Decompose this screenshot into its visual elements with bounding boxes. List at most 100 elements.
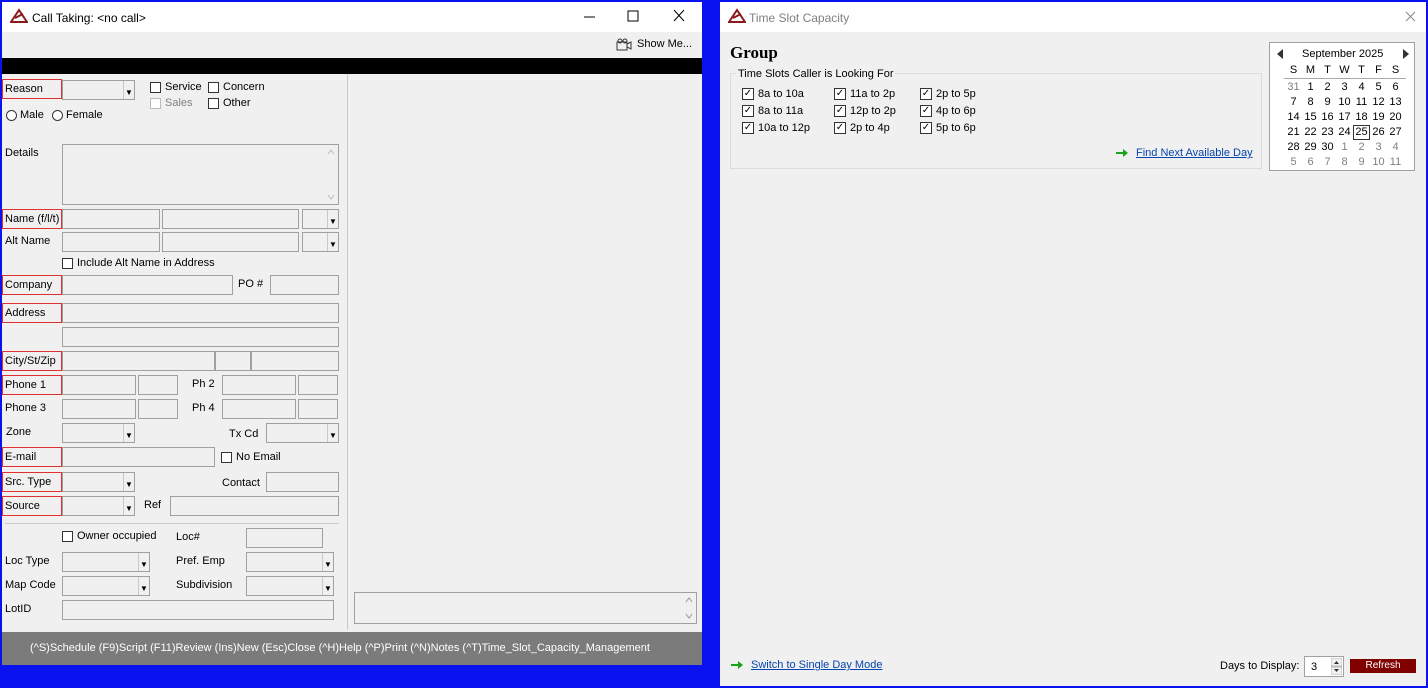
src-type-dropdown[interactable]: ▼	[62, 472, 135, 492]
minimize-button[interactable]	[582, 6, 598, 26]
slot-checkbox[interactable]: ✓	[920, 105, 932, 117]
refresh-button[interactable]: Refresh	[1350, 659, 1416, 673]
phone3-input[interactable]	[62, 399, 136, 419]
service-checkbox[interactable]	[150, 82, 161, 93]
calendar-day[interactable]: 4	[1387, 141, 1404, 153]
calendar-day[interactable]: 29	[1302, 141, 1319, 153]
calendar-month-title[interactable]: September 2025	[1302, 48, 1383, 60]
email-input[interactable]	[62, 447, 215, 467]
alt-first-input[interactable]	[62, 232, 160, 252]
calendar-day[interactable]: 16	[1319, 111, 1336, 123]
slot-checkbox[interactable]: ✓	[834, 105, 846, 117]
calendar-day-today[interactable]: 25	[1353, 125, 1370, 140]
calendar-day[interactable]: 26	[1370, 126, 1387, 138]
phone1-input[interactable]	[62, 375, 136, 395]
calendar-day[interactable]: 22	[1302, 126, 1319, 138]
last-name-input[interactable]	[162, 209, 299, 229]
calendar-day[interactable]: 1	[1336, 141, 1353, 153]
title-dropdown[interactable]: ▼	[302, 209, 339, 229]
slot-checkbox[interactable]: ✓	[834, 88, 846, 100]
slot-checkbox[interactable]: ✓	[742, 122, 754, 134]
calendar-day[interactable]: 7	[1319, 156, 1336, 168]
phone2-input[interactable]	[222, 375, 296, 395]
calendar-day[interactable]: 10	[1336, 96, 1353, 108]
calendar-day[interactable]: 5	[1370, 81, 1387, 93]
concern-checkbox[interactable]	[208, 82, 219, 93]
calendar-day[interactable]: 9	[1353, 156, 1370, 168]
calendar-day[interactable]: 31	[1285, 81, 1302, 93]
loc-type-dropdown[interactable]: ▼	[62, 552, 150, 572]
phone4-input[interactable]	[222, 399, 296, 419]
other-checkbox[interactable]	[208, 98, 219, 109]
prev-month-icon[interactable]	[1276, 49, 1284, 59]
map-code-dropdown[interactable]: ▼	[62, 576, 150, 596]
calendar-day[interactable]: 8	[1302, 96, 1319, 108]
zone-dropdown[interactable]: ▼	[62, 423, 135, 443]
source-dropdown[interactable]: ▼	[62, 496, 135, 516]
month-calendar[interactable]: September 2025 S M T W T F S 31 1 2 3 4 …	[1269, 42, 1415, 171]
calendar-day[interactable]: 13	[1387, 96, 1404, 108]
lotid-input[interactable]	[62, 600, 334, 620]
close-button[interactable]	[672, 6, 688, 26]
txcd-dropdown[interactable]: ▼	[266, 423, 339, 443]
slot-checkbox[interactable]: ✓	[742, 105, 754, 117]
calendar-day[interactable]: 3	[1336, 81, 1353, 93]
address-line2-input[interactable]	[62, 327, 339, 347]
phone1-ext-input[interactable]	[138, 375, 178, 395]
days-to-display-spinner[interactable]: 3	[1304, 656, 1344, 677]
phone3-ext-input[interactable]	[138, 399, 178, 419]
calendar-day[interactable]: 17	[1336, 111, 1353, 123]
owner-occupied-checkbox[interactable]	[62, 531, 73, 542]
male-radio[interactable]	[6, 110, 17, 121]
maximize-button[interactable]	[626, 6, 642, 26]
slot-checkbox[interactable]: ✓	[834, 122, 846, 134]
address-line1-input[interactable]	[62, 303, 339, 323]
first-name-input[interactable]	[62, 209, 160, 229]
find-next-available-link[interactable]: Find Next Available Day	[1136, 147, 1253, 159]
slot-checkbox[interactable]: ✓	[742, 88, 754, 100]
phone2-ext-input[interactable]	[298, 375, 338, 395]
no-email-checkbox[interactable]	[221, 452, 232, 463]
close-button[interactable]	[1404, 9, 1418, 25]
ref-input[interactable]	[170, 496, 339, 516]
spinner-arrows-icon[interactable]	[1331, 658, 1342, 675]
state-input[interactable]	[215, 351, 251, 371]
calendar-day[interactable]: 2	[1319, 81, 1336, 93]
next-month-icon[interactable]	[1402, 49, 1410, 59]
calendar-day[interactable]: 4	[1353, 81, 1370, 93]
include-alt-checkbox[interactable]	[62, 258, 73, 269]
slot-checkbox[interactable]: ✓	[920, 122, 932, 134]
calendar-day[interactable]: 11	[1387, 156, 1404, 168]
calendar-day[interactable]: 5	[1285, 156, 1302, 168]
slot-checkbox[interactable]: ✓	[920, 88, 932, 100]
company-input[interactable]	[62, 275, 233, 295]
calendar-day[interactable]: 1	[1302, 81, 1319, 93]
calendar-day[interactable]: 3	[1370, 141, 1387, 153]
female-radio[interactable]	[52, 110, 63, 121]
alt-title-dropdown[interactable]: ▼	[302, 232, 339, 252]
calendar-day[interactable]: 21	[1285, 126, 1302, 138]
calendar-day[interactable]: 19	[1370, 111, 1387, 123]
zip-input[interactable]	[251, 351, 339, 371]
calendar-day[interactable]: 7	[1285, 96, 1302, 108]
alt-last-input[interactable]	[162, 232, 299, 252]
calendar-day[interactable]: 8	[1336, 156, 1353, 168]
calendar-day[interactable]: 20	[1387, 111, 1404, 123]
calendar-day[interactable]: 18	[1353, 111, 1370, 123]
pref-emp-dropdown[interactable]: ▼	[246, 552, 334, 572]
calendar-day[interactable]: 12	[1370, 96, 1387, 108]
sales-checkbox[interactable]	[150, 98, 161, 109]
calendar-day[interactable]: 23	[1319, 126, 1336, 138]
calendar-day[interactable]: 11	[1353, 96, 1370, 108]
calendar-day[interactable]: 30	[1319, 141, 1336, 153]
notes-box[interactable]	[354, 592, 697, 624]
calendar-day[interactable]: 27	[1387, 126, 1404, 138]
contact-input[interactable]	[266, 472, 339, 492]
calendar-day[interactable]: 15	[1302, 111, 1319, 123]
subdivision-dropdown[interactable]: ▼	[246, 576, 334, 596]
details-textarea[interactable]	[62, 144, 339, 205]
reason-dropdown[interactable]: ▼	[62, 80, 135, 100]
calendar-day[interactable]: 14	[1285, 111, 1302, 123]
loc-num-input[interactable]	[246, 528, 323, 548]
calendar-day[interactable]: 6	[1387, 81, 1404, 93]
